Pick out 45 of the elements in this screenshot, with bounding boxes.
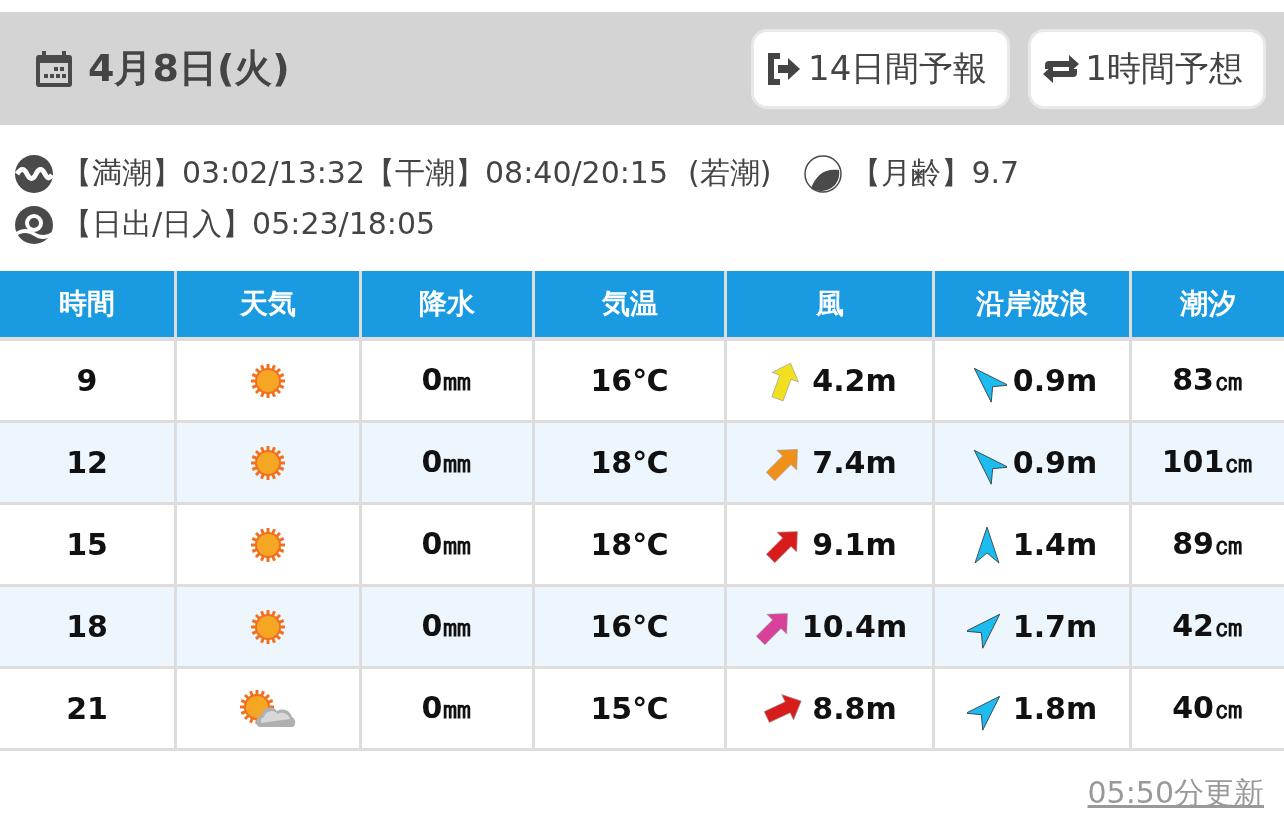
- wind-speed: 10.4m: [801, 609, 908, 644]
- forecast-button[interactable]: 14日間予報: [751, 28, 1011, 109]
- table-cell: 0㎜: [360, 585, 534, 668]
- column-header: 気温: [533, 271, 726, 339]
- sun-icon: [250, 527, 286, 564]
- wave-height: 1.8m: [1012, 691, 1098, 726]
- table-cell: 0㎜: [360, 421, 534, 504]
- column-header: 天気: [175, 271, 361, 339]
- wave-height: 1.4m: [1012, 527, 1098, 562]
- column-header: 風: [725, 271, 934, 339]
- column-header: 降水: [360, 271, 534, 339]
- wave-height: 0.9m: [1012, 363, 1098, 398]
- sunrise-sunset: 【日出/日入】05:23/18:05: [62, 205, 436, 243]
- table-cell: 16℃: [533, 585, 726, 668]
- table-cell: 12: [0, 421, 176, 504]
- calendar-icon: [34, 48, 74, 89]
- table-cell: 21: [0, 667, 176, 750]
- column-header: 潮汐: [1130, 271, 1284, 339]
- wind-speed: 4.2m: [812, 363, 897, 398]
- table-cell: 18℃: [533, 421, 726, 504]
- sun-icon: [250, 609, 286, 646]
- column-header: 沿岸波浪: [933, 271, 1131, 339]
- wind-speed: 8.8m: [812, 691, 897, 726]
- moon-icon: [803, 153, 844, 194]
- sunrise-icon: [14, 204, 54, 245]
- hourly-forecast-button[interactable]: 1時間予想: [1028, 28, 1266, 109]
- sun-icon: [250, 445, 286, 482]
- tide-type: (若潮): [688, 154, 772, 192]
- wind-speed: 7.4m: [812, 445, 897, 480]
- table-cell: 15℃: [533, 667, 726, 750]
- sun-cloud-icon: [239, 688, 297, 729]
- wave-icon: [14, 153, 54, 194]
- table-cell: 18: [0, 585, 176, 668]
- wind-speed: 9.1m: [812, 527, 897, 562]
- wave-height: 1.7m: [1012, 609, 1098, 644]
- sun-icon: [250, 363, 286, 400]
- wave-height: 0.9m: [1012, 445, 1098, 480]
- tide-times: 【満潮】03:02/13:32【干潮】08:40/20:15: [62, 154, 669, 192]
- table-cell: 40㎝: [1130, 667, 1284, 750]
- table-cell: 101㎝: [1130, 421, 1284, 504]
- moon-age: 【月齢】9.7: [851, 154, 1020, 192]
- column-header: 時間: [0, 271, 176, 339]
- table-cell: 42㎝: [1130, 585, 1284, 668]
- table-cell: 0㎜: [360, 667, 534, 750]
- date-title: 4月8日(火): [88, 45, 290, 92]
